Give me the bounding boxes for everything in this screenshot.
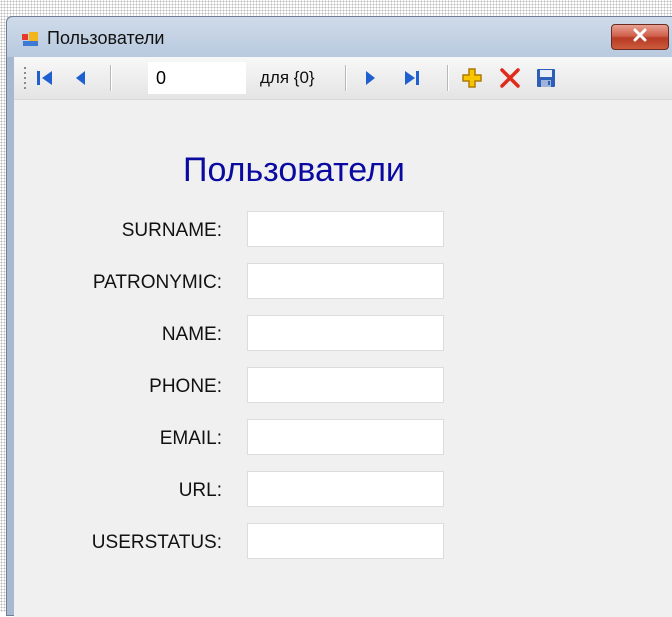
email-label: EMAIL:	[159, 428, 222, 449]
move-last-button[interactable]	[400, 66, 424, 90]
phone-field[interactable]	[247, 367, 444, 403]
move-previous-button[interactable]	[69, 66, 93, 90]
userstatus-label: USERSTATUS:	[91, 532, 222, 553]
phone-label: PHONE:	[149, 376, 222, 397]
title-bar[interactable]: Пользователи	[7, 17, 672, 57]
close-icon	[632, 28, 648, 47]
patronymic-label: PATRONYMIC:	[92, 272, 222, 293]
save-icon	[537, 69, 555, 87]
move-previous-icon	[76, 71, 85, 85]
record-count-label: для {0}	[260, 68, 315, 87]
close-button[interactable]	[611, 24, 669, 50]
delete-button[interactable]	[498, 66, 522, 90]
toolbar-separator	[447, 65, 448, 91]
move-next-button[interactable]	[358, 66, 382, 90]
patronymic-field[interactable]	[247, 263, 444, 299]
toolbar-grip-icon[interactable]	[22, 65, 28, 91]
surname-label: SURNAME:	[121, 220, 222, 241]
binding-navigator-toolbar: для {0}	[14, 57, 672, 100]
email-field[interactable]	[247, 419, 444, 455]
position-input[interactable]	[148, 62, 246, 94]
toolbar-separator	[110, 65, 111, 91]
toolbar-separator	[345, 65, 346, 91]
userstatus-field[interactable]	[247, 523, 444, 559]
url-field[interactable]	[247, 471, 444, 507]
window-title: Пользователи	[47, 28, 165, 48]
delete-icon	[500, 68, 520, 88]
users-form-window: Пользователи 0 для {0} Пользователи SURN…	[6, 16, 672, 617]
form-icon	[21, 31, 39, 47]
move-last-icon	[405, 71, 419, 85]
add-new-button[interactable]	[460, 66, 484, 90]
surname-field[interactable]	[247, 211, 444, 247]
form-heading: Пользователи	[183, 151, 405, 189]
move-next-icon	[366, 71, 375, 85]
url-label: URL:	[178, 480, 222, 501]
name-field[interactable]	[247, 315, 444, 351]
form-client-area: для {0}	[14, 57, 672, 617]
name-label: NAME:	[161, 324, 222, 345]
move-first-icon	[37, 71, 52, 85]
save-button[interactable]	[534, 66, 558, 90]
add-icon	[462, 68, 482, 88]
move-first-button[interactable]	[33, 66, 57, 90]
